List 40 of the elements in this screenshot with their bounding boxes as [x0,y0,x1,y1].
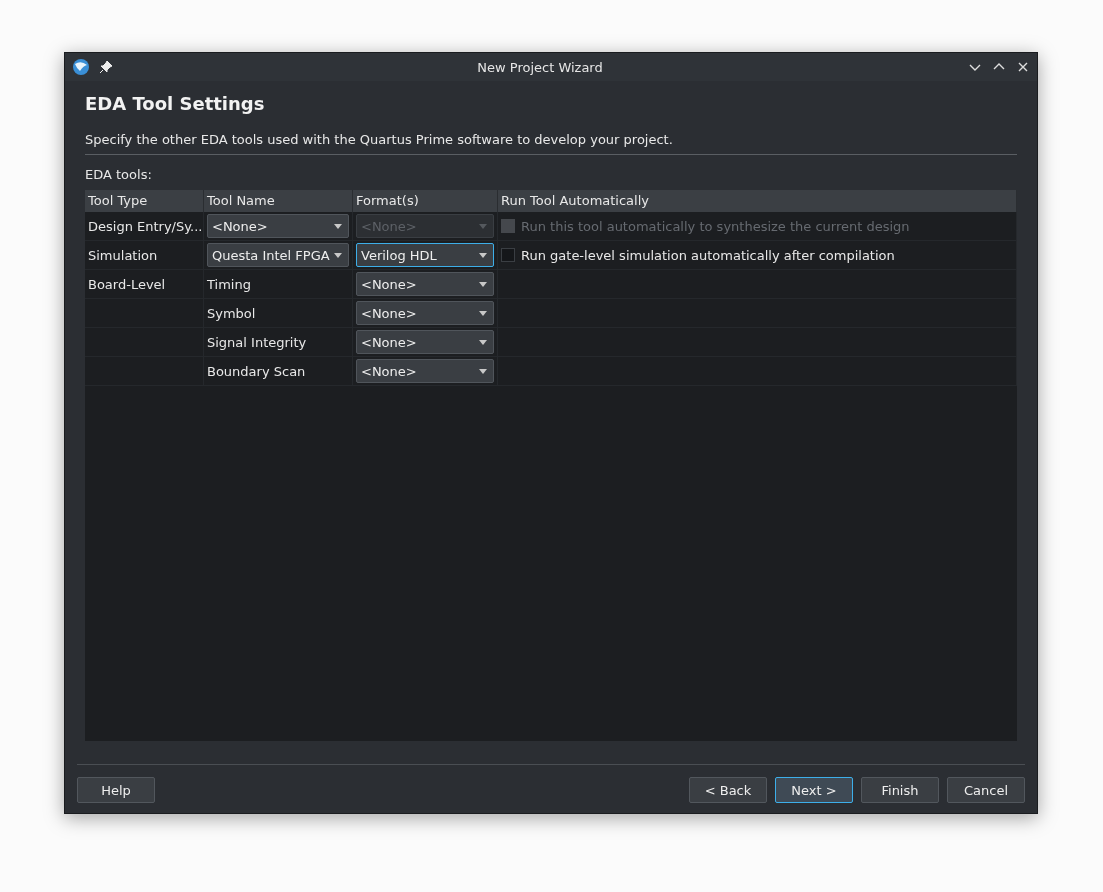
dropdown[interactable]: <None> [356,301,494,325]
window-title: New Project Wizard [476,59,604,75]
dropdown-caret-icon [479,368,487,374]
table-cell: Boundary Scan [207,363,306,379]
app-logo-icon [71,57,91,77]
dropdown[interactable]: Questa Intel FPGA [207,243,349,267]
dropdown-caret-icon [479,223,487,229]
checkbox-label: Run this tool automatically to synthesize the current design [521,218,910,234]
dropdown[interactable]: <None> [356,272,494,296]
page-heading: EDA Tool Settings [85,93,266,114]
dropdown-caret-icon [479,281,487,287]
dropdown-caret-icon [334,223,342,229]
dropdown-caret-icon [479,252,487,258]
description-text: Specify the other EDA tools used with the Quartus Prime software to develop your project. [85,132,1017,155]
column-header: Run Tool Automatically [498,190,1017,212]
dialog-button[interactable]: Cancel [947,777,1025,803]
table-cell: Design Entry/Sy... [88,218,203,234]
dialog-button[interactable]: Finish [861,777,939,803]
dialog-button[interactable]: < Back [689,777,767,803]
table-cell: Simulation [88,247,158,263]
checkbox-label: Run gate-level simulation automatically after compilation [521,247,895,263]
pin-icon [99,60,113,74]
dropdown[interactable]: <None> [356,330,494,354]
dialog-button[interactable]: Next > [775,777,853,803]
table-cell: Signal Integrity [207,334,307,350]
dropdown[interactable]: <None> [356,359,494,383]
dialog-button[interactable]: Help [77,777,155,803]
table-cell: Timing [207,276,251,292]
column-header: Tool Name [204,190,353,212]
column-header: Format(s) [353,190,498,212]
dropdown[interactable]: Verilog HDL [356,243,494,267]
dropdown-caret-icon [479,310,487,316]
dropdown-caret-icon [479,339,487,345]
table-cell: Symbol [207,305,256,321]
checkbox[interactable] [501,248,515,262]
column-header: Tool Type [85,190,204,212]
section-label: EDA tools: [85,167,153,182]
dropdown-caret-icon [334,252,342,258]
table-cell: Board-Level [88,276,166,292]
dropdown[interactable]: <None> [207,214,349,238]
